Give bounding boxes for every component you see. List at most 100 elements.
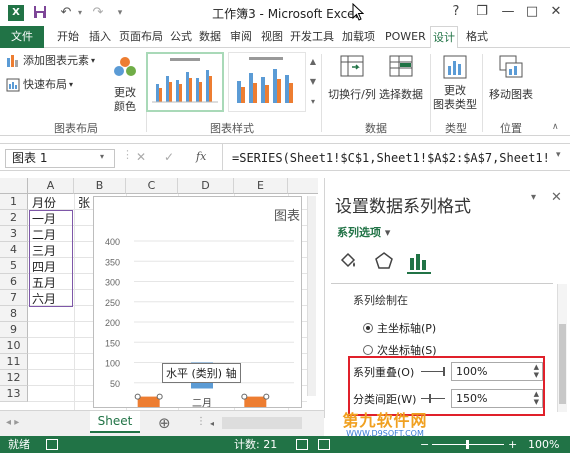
more-sheets-icon[interactable]: ⋮ xyxy=(196,416,206,427)
primary-axis-radio[interactable]: 主坐标轴(P) xyxy=(363,320,436,336)
macro-record-icon[interactable] xyxy=(46,439,58,450)
row-header-3[interactable]: 3 xyxy=(0,226,28,242)
row-header-6[interactable]: 6 xyxy=(0,274,28,290)
tab-power[interactable]: POWER xyxy=(385,29,426,45)
zoom-level[interactable]: 100% xyxy=(528,436,559,453)
expand-formula-icon[interactable]: ▾ xyxy=(556,150,561,160)
gap-width-input[interactable]: 150% ▲ ▼ xyxy=(451,389,543,408)
series-overlap-input[interactable]: 100% ▲ ▼ xyxy=(451,362,543,381)
chart-bar[interactable] xyxy=(244,396,267,407)
add-chart-element-button[interactable]: 添加图表元素 ▾ xyxy=(6,54,95,68)
switch-row-column-label: 切换行/列 xyxy=(328,88,376,101)
column-header-c[interactable]: C xyxy=(126,178,178,194)
undo-dropdown-icon[interactable]: ▾ xyxy=(72,5,88,21)
save-icon[interactable] xyxy=(32,5,48,21)
customize-qat-icon[interactable]: ▾ xyxy=(112,5,128,21)
column-header-d[interactable]: D xyxy=(178,178,234,194)
tab-file[interactable]: 文件 xyxy=(0,26,44,48)
selection-handle xyxy=(241,393,248,400)
insert-function-icon[interactable]: fx xyxy=(196,150,206,163)
name-box-dropdown-icon[interactable]: ▾ xyxy=(100,152,104,161)
column-header-f[interactable] xyxy=(288,178,318,194)
close-button[interactable]: ✕ xyxy=(546,3,566,21)
select-all-corner[interactable] xyxy=(0,178,28,194)
more-options-icon: ⋮ xyxy=(122,148,133,161)
fill-line-icon[interactable] xyxy=(337,250,359,272)
column-header-e[interactable]: E xyxy=(234,178,288,194)
gap-slider-track[interactable] xyxy=(421,398,445,399)
cancel-icon[interactable]: ✕ xyxy=(136,150,146,164)
gap-slider-thumb[interactable] xyxy=(429,394,431,403)
help-icon[interactable]: ? xyxy=(446,3,466,21)
chart-area[interactable]: 图表 50100150200250300350400一月二月三月 水平 (类别)… xyxy=(93,196,302,408)
row-header-1[interactable]: 1 xyxy=(0,194,28,210)
zoom-out-button[interactable]: − xyxy=(420,436,429,453)
row-header-7[interactable]: 7 xyxy=(0,290,28,306)
effects-icon[interactable] xyxy=(373,250,395,272)
column-header-b[interactable]: B xyxy=(74,178,126,194)
redo-icon[interactable]: ↷ xyxy=(90,5,106,21)
vertical-scrollbar[interactable] xyxy=(307,196,316,396)
formula-input[interactable]: =SERIES(Sheet1!$C$1,Sheet1!$A$2:$A$7,She… xyxy=(232,151,550,165)
pane-options-icon[interactable]: ▾ xyxy=(531,192,536,203)
overlap-slider-thumb[interactable] xyxy=(443,367,445,376)
tab-data[interactable]: 数据 xyxy=(199,29,221,45)
row-header-8[interactable]: 8 xyxy=(0,306,28,322)
tab-design[interactable]: 设计 xyxy=(430,26,458,49)
row-header-5[interactable]: 5 xyxy=(0,258,28,274)
pane-scrollbar[interactable] xyxy=(557,284,567,412)
zoom-in-button[interactable]: + xyxy=(508,436,517,453)
add-sheet-icon[interactable]: ⊕ xyxy=(158,414,171,432)
pane-scrollbar-thumb[interactable] xyxy=(559,324,566,404)
spinner-arrows-icon[interactable]: ▲ ▼ xyxy=(534,363,539,379)
quick-layout-button[interactable]: 快速布局 ▾ xyxy=(6,78,73,92)
row-header-11[interactable]: 11 xyxy=(0,354,28,370)
sheet-tab[interactable]: Sheet xyxy=(90,411,140,433)
change-colors-label-2: 颜色 xyxy=(114,100,136,113)
tab-developer[interactable]: 开发工具 xyxy=(290,29,334,45)
tab-view[interactable]: 视图 xyxy=(261,29,283,45)
maximize-button[interactable]: □ xyxy=(522,3,542,21)
ribbon-display-icon[interactable]: ❐ xyxy=(472,3,492,21)
gallery-scroll[interactable]: ▲ ▼ ▾ xyxy=(308,52,318,112)
cell-a1[interactable]: 月份 xyxy=(30,195,56,211)
row-header-13[interactable]: 13 xyxy=(0,386,28,402)
minimize-button[interactable]: — xyxy=(498,3,518,21)
scroll-left-icon[interactable]: ◂ xyxy=(210,419,214,428)
row-header-9[interactable]: 9 xyxy=(0,322,28,338)
tab-formulas[interactable]: 公式 xyxy=(170,29,192,45)
row-header-12[interactable]: 12 xyxy=(0,370,28,386)
normal-view-icon[interactable] xyxy=(296,439,308,450)
zoom-slider-thumb[interactable] xyxy=(466,440,469,449)
overlap-slider-track[interactable] xyxy=(421,371,445,372)
page-layout-view-icon[interactable] xyxy=(318,439,330,450)
cell-b1[interactable]: 张 xyxy=(76,195,90,211)
tab-home[interactable]: 开始 xyxy=(57,29,79,45)
name-box[interactable]: 图表 1 xyxy=(5,149,115,168)
change-colors-button[interactable]: 更改 颜色 xyxy=(108,54,142,114)
tab-page-layout[interactable]: 页面布局 xyxy=(119,29,163,45)
chart-bar[interactable] xyxy=(137,396,160,407)
pane-close-icon[interactable]: ✕ xyxy=(551,190,562,205)
chart-style-2-thumbnail[interactable] xyxy=(228,52,306,112)
tab-format[interactable]: 格式 xyxy=(466,29,488,45)
horizontal-scrollbar[interactable] xyxy=(222,417,302,429)
tab-insert[interactable]: 插入 xyxy=(89,29,111,45)
column-header-a[interactable]: A xyxy=(28,178,74,194)
enter-icon[interactable]: ✓ xyxy=(164,150,174,164)
collapse-ribbon-icon[interactable]: ∧ xyxy=(552,122,559,132)
chart-style-1-thumbnail[interactable] xyxy=(146,52,224,112)
move-chart-button[interactable]: 移动图表 xyxy=(484,54,538,102)
row-header-10[interactable]: 10 xyxy=(0,338,28,354)
change-chart-type-button[interactable]: 更改 图表类型 xyxy=(432,54,478,112)
series-options-icon[interactable] xyxy=(407,250,431,274)
select-data-button[interactable]: 选择数据 xyxy=(376,54,426,102)
switch-row-column-button[interactable]: 切换行/列 xyxy=(324,54,380,102)
scroll-tabs-icon[interactable]: ◂ ▸ xyxy=(6,417,19,428)
row-header-4[interactable]: 4 xyxy=(0,242,28,258)
series-options-dropdown[interactable]: 系列选项 ▾ xyxy=(337,224,390,240)
tab-addins[interactable]: 加载项 xyxy=(342,29,375,45)
row-header-2[interactable]: 2 xyxy=(0,210,28,226)
spinner-arrows-icon[interactable]: ▲ ▼ xyxy=(534,390,539,406)
tab-review[interactable]: 审阅 xyxy=(230,29,252,45)
